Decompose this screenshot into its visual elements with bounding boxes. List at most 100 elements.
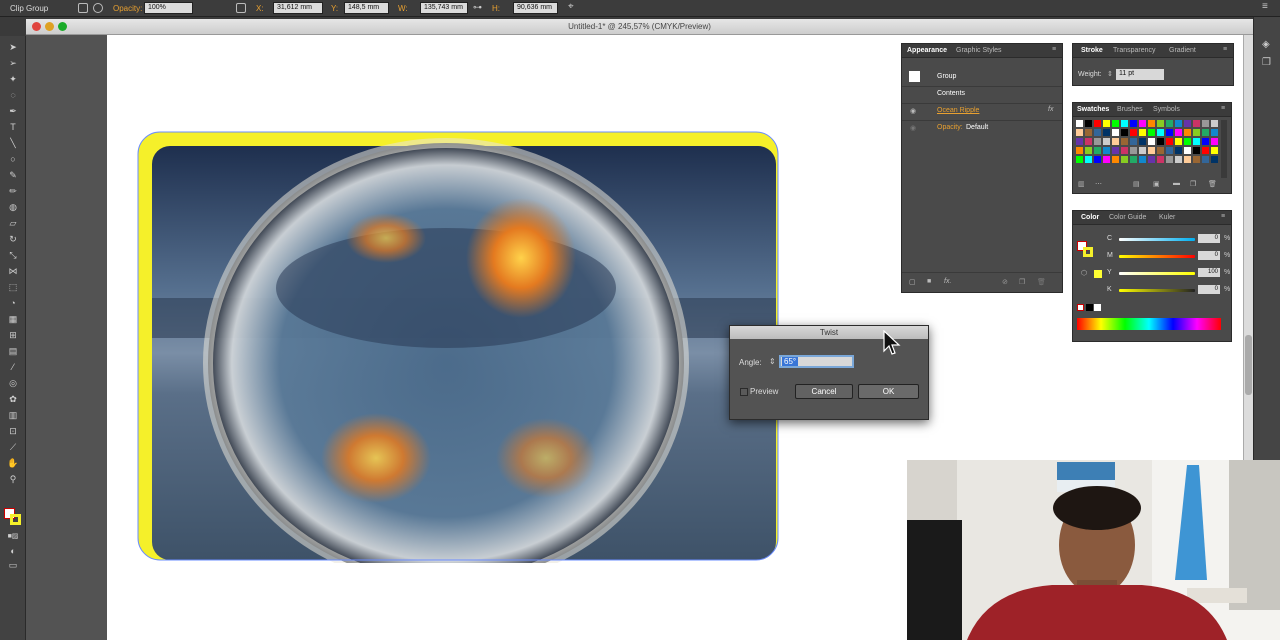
add-new-fill-icon[interactable]: ■ bbox=[927, 278, 931, 285]
type-tool-icon[interactable]: T bbox=[7, 122, 19, 132]
channel-m-slider[interactable] bbox=[1119, 255, 1195, 258]
swatch[interactable] bbox=[1202, 147, 1209, 154]
add-new-effect-icon[interactable]: fx. bbox=[944, 278, 951, 285]
swatch[interactable] bbox=[1130, 156, 1137, 163]
duplicate-item-icon[interactable]: ❐ bbox=[1019, 278, 1025, 286]
perspective-grid-tool-icon[interactable]: ▦ bbox=[7, 314, 19, 324]
opacity-field[interactable]: 100% bbox=[144, 2, 193, 14]
swatch[interactable] bbox=[1166, 156, 1173, 163]
swatch[interactable] bbox=[1112, 147, 1119, 154]
slice-tool-icon[interactable]: ⟋ bbox=[7, 442, 19, 452]
swatch-options-icon[interactable]: ▤ bbox=[1133, 180, 1140, 188]
paintbrush-tool-icon[interactable]: ✎ bbox=[7, 170, 19, 180]
zoom-tool-icon[interactable]: ⚲ bbox=[7, 474, 19, 484]
add-new-stroke-icon[interactable]: ▢ bbox=[909, 278, 916, 286]
y-field[interactable]: 148,5 mm bbox=[344, 2, 389, 14]
swatch[interactable] bbox=[1148, 138, 1155, 145]
fx-icon[interactable]: fx bbox=[1048, 106, 1053, 113]
channel-k-value[interactable]: 0 bbox=[1198, 285, 1220, 294]
stroke-panel-options-icon[interactable]: ≡ bbox=[1223, 46, 1227, 53]
h-field[interactable]: 90,636 mm bbox=[513, 2, 558, 14]
angle-field[interactable]: 65° bbox=[779, 355, 854, 368]
scale-tool-icon[interactable]: ⤡ bbox=[7, 250, 19, 260]
swatch[interactable] bbox=[1157, 129, 1164, 136]
swatch[interactable] bbox=[1184, 147, 1191, 154]
ok-button[interactable]: OK bbox=[858, 384, 919, 399]
w-field[interactable]: 135,743 mm bbox=[420, 2, 468, 14]
tab-transparency[interactable]: Transparency bbox=[1113, 47, 1156, 54]
swatch[interactable] bbox=[1139, 129, 1146, 136]
swatch[interactable] bbox=[1112, 156, 1119, 163]
cancel-button[interactable]: Cancel bbox=[795, 384, 853, 399]
artboard-tool-icon[interactable]: ⊡ bbox=[7, 426, 19, 436]
drawing-mode-icon[interactable]: ◐ bbox=[7, 546, 19, 556]
tab-gradient[interactable]: Gradient bbox=[1169, 47, 1196, 54]
swatch[interactable] bbox=[1094, 120, 1101, 127]
swatch[interactable] bbox=[1076, 120, 1083, 127]
channel-c-slider[interactable] bbox=[1119, 238, 1195, 241]
contents-row[interactable]: Contents bbox=[937, 90, 965, 97]
preview-checkbox[interactable] bbox=[740, 388, 748, 396]
tab-color[interactable]: Color bbox=[1081, 214, 1099, 221]
swatch[interactable] bbox=[1193, 138, 1200, 145]
swatch[interactable] bbox=[1157, 138, 1164, 145]
edit-contents-icon[interactable] bbox=[93, 3, 103, 13]
swatch[interactable] bbox=[1175, 120, 1182, 127]
lasso-tool-icon[interactable]: ◌ bbox=[7, 90, 19, 100]
swatch[interactable] bbox=[1112, 120, 1119, 127]
tab-appearance[interactable]: Appearance bbox=[907, 47, 947, 54]
swatch[interactable] bbox=[1085, 120, 1092, 127]
preview-label[interactable]: Preview bbox=[750, 387, 778, 396]
swatch[interactable] bbox=[1211, 120, 1218, 127]
link-proportions-icon[interactable]: ⊶ bbox=[473, 3, 483, 13]
opacity-link[interactable]: Opacity: bbox=[937, 124, 963, 131]
panel-menu-icon[interactable]: ≡ bbox=[1262, 2, 1272, 13]
swatch[interactable] bbox=[1202, 129, 1209, 136]
symbol-sprayer-tool-icon[interactable]: ✿ bbox=[7, 394, 19, 404]
swatch[interactable] bbox=[1175, 147, 1182, 154]
current-color-chip[interactable] bbox=[1094, 270, 1102, 278]
x-field[interactable]: 31,612 mm bbox=[273, 2, 323, 14]
delete-item-icon[interactable]: 🗑 bbox=[1037, 278, 1046, 286]
hand-tool-icon[interactable]: ✋ bbox=[7, 458, 19, 468]
reference-point-icon[interactable] bbox=[236, 3, 246, 13]
shape-builder-tool-icon[interactable]: ◔ bbox=[7, 298, 19, 308]
effect-ocean-ripple-link[interactable]: Ocean Ripple bbox=[937, 107, 979, 114]
none-swatch[interactable] bbox=[1077, 304, 1084, 311]
swatch[interactable] bbox=[1121, 120, 1128, 127]
channel-m-value[interactable]: 0 bbox=[1198, 251, 1220, 260]
swatch[interactable] bbox=[1193, 120, 1200, 127]
swatch[interactable] bbox=[1202, 120, 1209, 127]
swatch[interactable] bbox=[1121, 138, 1128, 145]
swatch[interactable] bbox=[1094, 138, 1101, 145]
swatch[interactable] bbox=[1193, 147, 1200, 154]
swatch[interactable] bbox=[1175, 156, 1182, 163]
gradient-tool-icon[interactable]: ▤ bbox=[7, 346, 19, 356]
transform-icon[interactable]: ⌖ bbox=[568, 2, 578, 13]
swatch[interactable] bbox=[1157, 120, 1164, 127]
layers-icon[interactable]: ◈ bbox=[1262, 39, 1270, 50]
swatch-grid[interactable] bbox=[1076, 120, 1220, 178]
swatch[interactable] bbox=[1103, 147, 1110, 154]
tab-kuler[interactable]: Kuler bbox=[1159, 214, 1175, 221]
swatch[interactable] bbox=[1211, 138, 1218, 145]
pen-tool-icon[interactable]: ✒ bbox=[7, 106, 19, 116]
swatch[interactable] bbox=[1085, 147, 1092, 154]
white-swatch[interactable] bbox=[1094, 304, 1101, 311]
swatch[interactable] bbox=[1103, 129, 1110, 136]
clip-group-artwork[interactable] bbox=[136, 128, 780, 563]
blob-brush-tool-icon[interactable]: ◍ bbox=[7, 202, 19, 212]
out-of-gamut-icon[interactable]: ⬡ bbox=[1081, 269, 1087, 277]
swatch[interactable] bbox=[1202, 156, 1209, 163]
pencil-tool-icon[interactable]: ✏ bbox=[7, 186, 19, 196]
tab-stroke[interactable]: Stroke bbox=[1081, 47, 1103, 54]
swatch[interactable] bbox=[1148, 120, 1155, 127]
swatch[interactable] bbox=[1121, 147, 1128, 154]
swatch[interactable] bbox=[1094, 156, 1101, 163]
swatch[interactable] bbox=[1085, 138, 1092, 145]
swatch[interactable] bbox=[1157, 156, 1164, 163]
swatch[interactable] bbox=[1121, 129, 1128, 136]
swatch[interactable] bbox=[1112, 129, 1119, 136]
opacity-visibility-eye-icon[interactable]: ◉ bbox=[910, 124, 916, 132]
visibility-eye-icon[interactable]: ◉ bbox=[910, 107, 916, 115]
